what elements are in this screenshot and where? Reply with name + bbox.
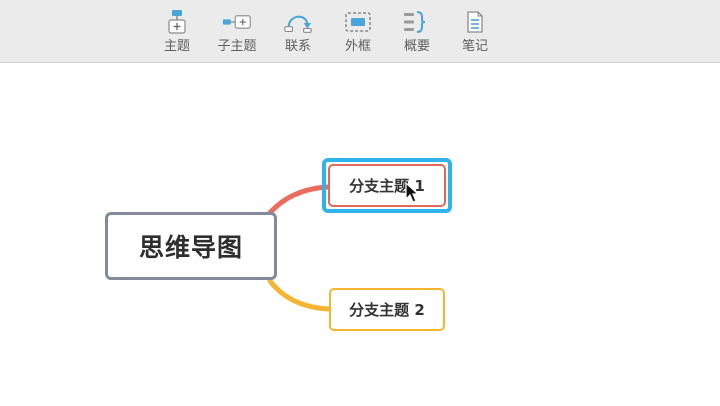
mindmap-canvas[interactable]: 思维导图 分支主题 1 分支主题 2 — [0, 63, 720, 406]
boundary-icon — [343, 8, 373, 36]
notes-button[interactable]: 笔记 — [447, 8, 503, 60]
summary-icon — [402, 8, 432, 36]
notes-label: 笔记 — [461, 39, 488, 54]
mouse-cursor-icon — [405, 182, 420, 203]
branch-topic-2[interactable]: 分支主题 2 — [329, 288, 445, 331]
summary-button[interactable]: 概要 — [389, 8, 445, 60]
relationship-label: 联系 — [284, 39, 311, 54]
boundary-label: 外框 — [344, 39, 371, 54]
topic-label: 主题 — [163, 39, 190, 54]
branch-2-connector — [267, 278, 332, 312]
relationship-button[interactable]: 联系 — [270, 8, 326, 60]
relationship-icon — [283, 8, 313, 36]
topic-button[interactable]: 主题 — [149, 8, 205, 60]
subtopic-button[interactable]: 子主题 — [209, 8, 265, 60]
boundary-button[interactable]: 外框 — [330, 8, 386, 60]
toolbar: 主题 子主题 联系 外框 概要 笔记 — [0, 0, 720, 63]
notes-icon — [460, 8, 490, 36]
central-topic[interactable]: 思维导图 — [105, 212, 277, 280]
summary-label: 概要 — [403, 39, 430, 54]
topic-icon — [162, 8, 192, 36]
subtopic-label: 子主题 — [217, 39, 257, 54]
branch-topic-1[interactable]: 分支主题 1 — [328, 164, 446, 207]
subtopic-icon — [222, 8, 252, 36]
branch-1-connector — [265, 184, 331, 218]
